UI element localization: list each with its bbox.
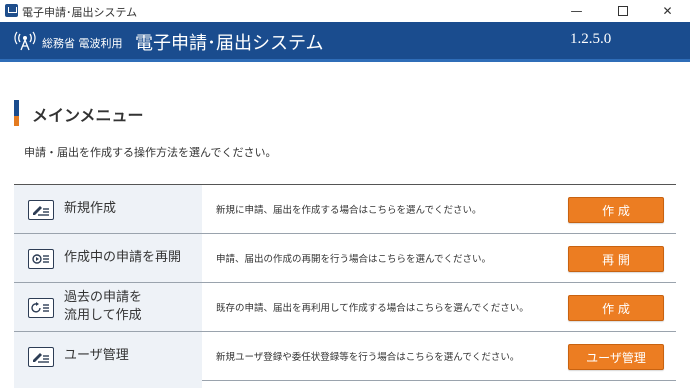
menu-row-description: 新規に申請、届出を作成する場合はこちらを選んでください。 xyxy=(216,205,482,216)
menu-row-description: 申請、届出の作成の再開を行う場合はこちらを選んでください。 xyxy=(216,254,492,265)
system-title: 電子申請･届出システム xyxy=(135,33,324,54)
page-heading: メインメニュー xyxy=(32,106,144,125)
menu-row-title: 新規作成 xyxy=(64,201,117,216)
heading-accent-orange xyxy=(14,116,19,126)
menu-row-label-cell: 過去の申請を 流用して作成 xyxy=(14,283,202,331)
menu-row-title: ユーザ管理 xyxy=(64,348,129,363)
menu-row-title: 過去の申請を 流用して作成 xyxy=(64,289,142,325)
menu-row-reuse: 過去の申請を 流用して作成 既存の申請、届出を再利用して作成する場合はこちらを選… xyxy=(14,283,676,332)
menu-row-desc-cell: 既存の申請、届出を再利用して作成する場合はこちらを選んでください。 作 成 xyxy=(202,283,676,331)
menu-row-description: 新規ユーザ登録や委任状登録等を行う場合はこちらを選んでください。 xyxy=(216,352,520,363)
close-button[interactable]: ✕ xyxy=(645,0,690,22)
instruction-text: 申請・届出を作成する操作方法を選んでください。 xyxy=(24,146,277,159)
minimize-button[interactable]: — xyxy=(554,0,599,22)
resume-button[interactable]: 再 開 xyxy=(568,246,664,272)
version-number: 1.2.5.0 xyxy=(570,31,612,47)
new-document-icon xyxy=(28,200,54,220)
reuse-document-icon xyxy=(28,298,54,318)
maximize-icon xyxy=(617,6,628,16)
menu-row-new: 新規作成 新規に申請、届出を作成する場合はこちらを選んでください。 作 成 xyxy=(14,185,676,234)
ministry-label: 総務省 電波利用 xyxy=(42,37,123,50)
menu-row-resume: 作成中の申請を再開 申請、届出の作成の再開を行う場合はこちらを選んでください。 … xyxy=(14,234,676,283)
menu-row-title: 作成中の申請を再開 xyxy=(64,250,182,265)
menu-row-desc-cell: 新規に申請、届出を作成する場合はこちらを選んでください。 作 成 xyxy=(202,185,676,233)
resume-document-icon xyxy=(28,249,54,269)
create-new-button[interactable]: 作 成 xyxy=(568,197,664,223)
heading-accent-blue xyxy=(14,100,19,116)
menu-row-title-line2: 流用して作成 xyxy=(64,308,142,323)
maximize-button[interactable] xyxy=(600,0,645,22)
user-management-icon xyxy=(28,347,54,367)
menu-table: 新規作成 新規に申請、届出を作成する場合はこちらを選んでください。 作 成 作成… xyxy=(14,184,676,381)
reuse-create-button[interactable]: 作 成 xyxy=(568,295,664,321)
app-icon xyxy=(5,4,18,17)
app-header: 総務省 電波利用 電子申請･届出システム 1.2.5.0 xyxy=(0,22,690,62)
menu-row-description: 既存の申請、届出を再利用して作成する場合はこちらを選んでください。 xyxy=(216,303,529,314)
menu-row-desc-cell: 新規ユーザ登録や委任状登録等を行う場合はこちらを選んでください。 ユーザ管理 xyxy=(202,332,676,380)
user-management-button[interactable]: ユーザ管理 xyxy=(568,344,664,370)
menu-row-label-cell: 新規作成 xyxy=(14,185,202,233)
menu-row-next-partial xyxy=(14,380,202,388)
menu-row-title-line1: 過去の申請を xyxy=(64,290,143,305)
menu-row-user-management: ユーザ管理 新規ユーザ登録や委任状登録等を行う場合はこちらを選んでください。 ユ… xyxy=(14,332,676,381)
window-title-bar: 電子申請･届出システム — ✕ xyxy=(0,0,690,23)
menu-row-label-cell: 作成中の申請を再開 xyxy=(14,234,202,282)
menu-row-desc-cell: 申請、届出の作成の再開を行う場合はこちらを選んでください。 再 開 xyxy=(202,234,676,282)
menu-row-label-cell: ユーザ管理 xyxy=(14,332,202,380)
antenna-icon xyxy=(14,31,36,51)
window-title: 電子申請･届出システム xyxy=(22,6,138,19)
